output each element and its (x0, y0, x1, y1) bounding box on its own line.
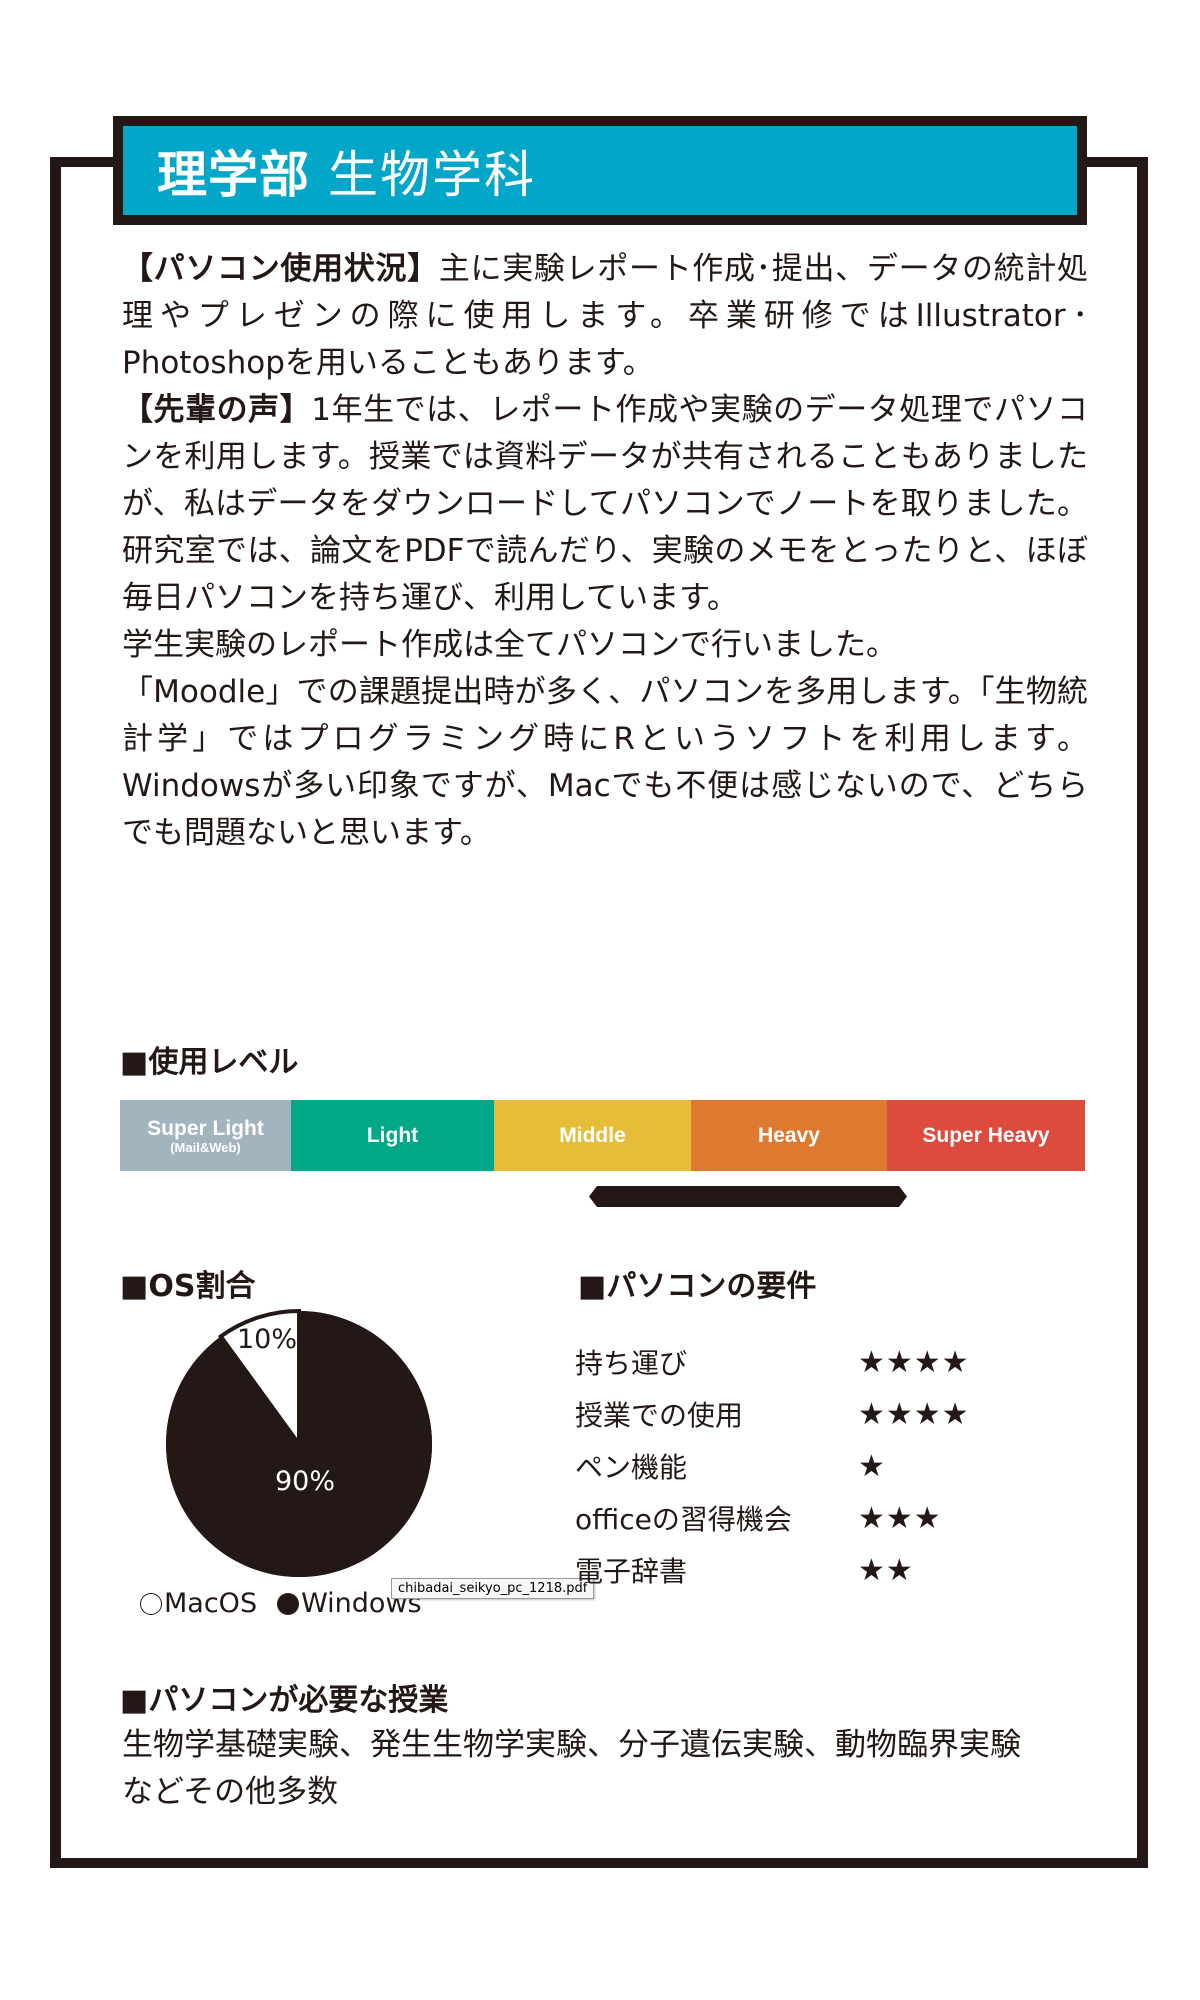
level-super-heavy: Super Heavy (887, 1100, 1085, 1171)
senior-voice-paragraph: 【先輩の声】1年生では、レポート作成や実験のデータ処理でパソコンを利用します。授… (122, 387, 1088, 622)
star-rating: ★★★ (858, 1500, 942, 1536)
os-share-heading: ■OS割合 (120, 1269, 256, 1304)
faculty-name: 理学部 (157, 145, 310, 204)
senior-voice-label: 【先輩の声】 (122, 392, 312, 428)
usage-label: 【パソコン使用状況】 (122, 251, 439, 287)
star-rating: ★★★★ (858, 1396, 970, 1432)
range-marker (589, 1186, 907, 1207)
lab-report-paragraph: 学生実験のレポート作成は全てパソコンで行いました。 (122, 627, 897, 663)
requirement-row: ペン機能 ★ (575, 1440, 970, 1492)
filled-circle-icon (277, 1592, 300, 1615)
level-sublabel: (Mail&Web) (170, 1139, 241, 1155)
level-label: Middle (559, 1123, 626, 1147)
requirement-row: 電子辞書 ★★ (575, 1544, 970, 1596)
level-label: Light (366, 1123, 419, 1147)
level-super-light: Super Light (Mail&Web) (120, 1100, 291, 1171)
level-label: Super Light (147, 1116, 264, 1140)
star-rating: ★★ (858, 1552, 914, 1588)
pie-label-windows: 90% (275, 1466, 336, 1497)
usage-range-indicator (589, 1186, 907, 1207)
pie-svg (166, 1308, 433, 1577)
required-courses-list: 生物学基礎実験、発生生物学実験、分子遺伝実験、動物臨界実験 などその他多数 (122, 1722, 1021, 1816)
department-name: 生物学科 (328, 145, 536, 204)
description-text: 【パソコン使用状況】主に実験レポート作成･提出、データの統計処理やプレゼンの際に… (122, 246, 1088, 857)
usage-level-heading: ■使用レベル (120, 1045, 299, 1080)
legend-label: MacOS (164, 1588, 258, 1619)
required-courses-heading: ■パソコンが必要な授業 (120, 1683, 449, 1718)
requirement-label: 電子辞書 (575, 1555, 688, 1588)
level-label: Heavy (758, 1123, 820, 1147)
moodle-paragraph: 「Moodle」での課題提出時が多く、パソコンを多用します。「生物統計学」ではプ… (122, 674, 1088, 851)
requirement-row: officeの習得機会 ★★★ (575, 1492, 970, 1544)
course-line: 生物学基礎実験、発生生物学実験、分子遺伝実験、動物臨界実験 (122, 1727, 1021, 1763)
os-pie-chart: 10% 90% (163, 1308, 435, 1580)
star-rating: ★★★★ (858, 1344, 970, 1380)
requirements-heading: ■パソコンの要件 (578, 1269, 817, 1304)
requirement-label: ペン機能 (575, 1451, 688, 1484)
course-line: などその他多数 (122, 1774, 339, 1810)
level-heavy: Heavy (691, 1100, 887, 1171)
pie-label-macos: 10% (237, 1324, 298, 1355)
requirement-label: officeの習得機会 (575, 1503, 792, 1536)
requirement-row: 授業での使用 ★★★★ (575, 1388, 970, 1440)
usage-paragraph: 【パソコン使用状況】主に実験レポート作成･提出、データの統計処理やプレゼンの際に… (122, 246, 1088, 387)
requirements-list: 持ち運び ★★★★ 授業での使用 ★★★★ ペン機能 ★ officeの習得機会… (575, 1336, 970, 1596)
level-middle: Middle (494, 1100, 691, 1171)
level-label: Super Heavy (922, 1123, 1050, 1147)
requirement-label: 授業での使用 (575, 1399, 744, 1432)
department-title-banner: 理学部 生物学科 (113, 116, 1087, 225)
open-circle-icon (140, 1592, 162, 1615)
legend-item-macos: MacOS (140, 1588, 257, 1619)
requirement-row: 持ち運び ★★★★ (575, 1336, 970, 1388)
os-legend: MacOS Windows (140, 1588, 422, 1619)
level-light: Light (291, 1100, 494, 1171)
requirement-label: 持ち運び (575, 1347, 688, 1380)
usage-level-bar: Super Light (Mail&Web) Light Middle Heav… (120, 1100, 1085, 1171)
file-tooltip: chibadai_seikyo_pc_1218.pdf (391, 1578, 595, 1599)
star-rating: ★ (858, 1448, 886, 1484)
